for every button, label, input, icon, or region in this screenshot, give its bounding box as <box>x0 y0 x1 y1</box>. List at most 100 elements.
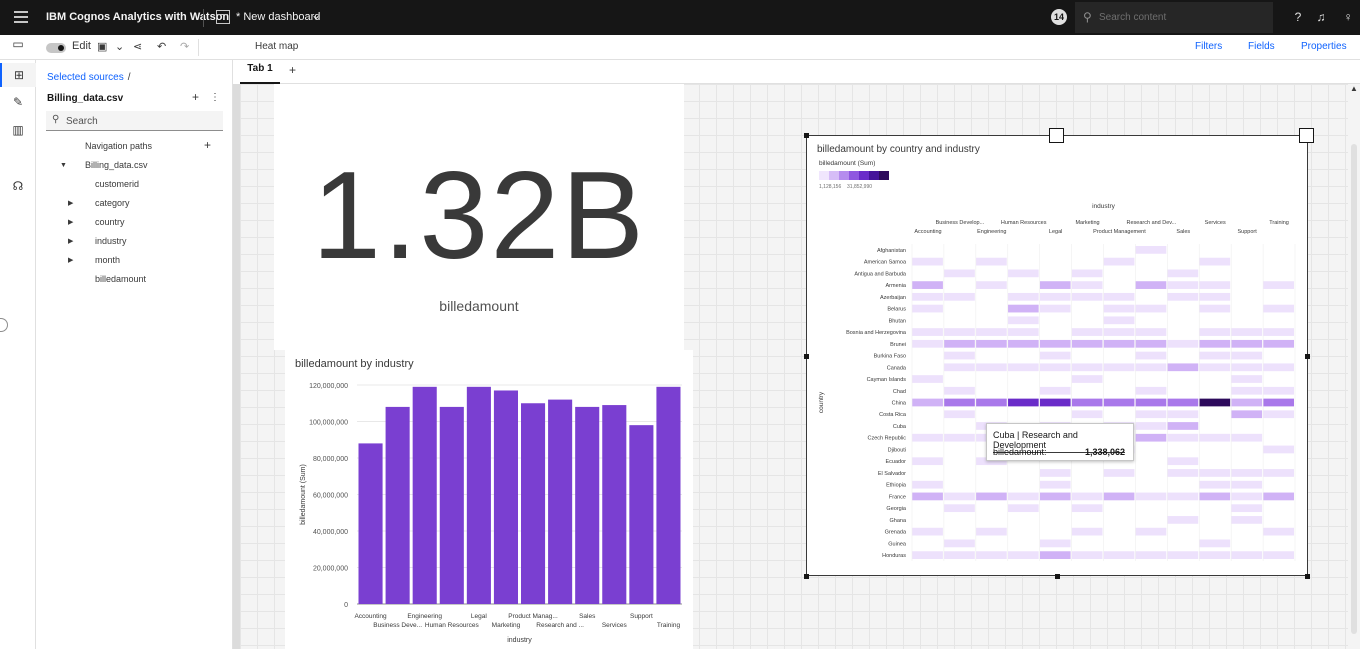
resize-handle[interactable] <box>804 133 809 138</box>
add-icon[interactable]: + <box>192 90 199 104</box>
pin-icon[interactable]: ✎ <box>0 90 36 114</box>
source-name[interactable]: Billing_data.csv <box>47 93 123 104</box>
heatmap-cell <box>1039 492 1071 501</box>
legend-max: 31,852,990 <box>847 184 872 190</box>
tab-1[interactable]: Tab 1 <box>240 60 280 84</box>
menu-icon[interactable] <box>14 11 28 23</box>
heatmap-cell <box>1135 539 1167 548</box>
share-icon[interactable]: ⋖ <box>133 40 142 53</box>
scroll-up-icon[interactable]: ▲ <box>1350 84 1358 93</box>
breadcrumb-selected-sources[interactable]: Selected sources <box>47 72 124 83</box>
y-tick-label: 20,000,000 <box>313 566 348 573</box>
heatmap-cell <box>1263 257 1294 266</box>
user-icon[interactable]: ♀ <box>1340 9 1356 25</box>
field-item[interactable]: category <box>95 198 130 208</box>
add-tab-icon[interactable]: + <box>289 63 296 77</box>
overflow-menu-icon[interactable]: ⋮ <box>210 92 220 103</box>
chevron-down-icon[interactable]: ⌄ <box>311 8 321 22</box>
heatmap-cell <box>1007 351 1039 360</box>
heatmap-cell <box>1199 410 1231 419</box>
sources-icon[interactable]: ⊞ <box>0 63 36 87</box>
resize-handle[interactable] <box>1305 354 1310 359</box>
heatmap-cell <box>975 328 1007 336</box>
heatmap-cell <box>1167 269 1199 278</box>
chevron-down-icon[interactable]: ⌄ <box>115 40 124 53</box>
edit-toggle[interactable] <box>46 43 66 53</box>
fields-button[interactable]: Fields <box>1248 41 1275 52</box>
legend-swatch <box>839 171 849 180</box>
resize-handle[interactable] <box>1305 574 1310 579</box>
undo-icon[interactable]: ↶ <box>157 40 166 53</box>
heatmap-cell <box>1135 422 1167 430</box>
resize-handle[interactable] <box>1055 574 1060 579</box>
heatmap-cell <box>1103 504 1135 513</box>
y-tick-label: Ecuador <box>886 459 907 465</box>
source-search-input[interactable] <box>66 114 216 128</box>
y-tick-label: 80,000,000 <box>313 456 348 463</box>
global-search[interactable]: ⚲ <box>1075 2 1273 33</box>
panel-splitter[interactable] <box>233 84 240 649</box>
heatmap-cell <box>1135 492 1167 501</box>
heatmap-cell <box>1103 328 1135 336</box>
heatmap-cell <box>1167 292 1199 301</box>
source-search[interactable]: ⚲ <box>46 111 223 131</box>
heatmap-cell <box>1135 304 1167 313</box>
caret-right-icon[interactable]: ▶ <box>68 218 73 226</box>
redo-icon[interactable]: ↷ <box>180 40 189 53</box>
bar <box>439 406 464 604</box>
y-tick-label: 100,000,000 <box>309 420 348 427</box>
vertical-scrollbar[interactable]: ▲ <box>1348 84 1360 649</box>
properties-button[interactable]: Properties <box>1301 41 1347 52</box>
kpi-widget[interactable]: 1.32B billedamount <box>274 84 684 350</box>
caret-right-icon[interactable]: ▶ <box>68 256 73 264</box>
caret-down-icon[interactable]: ▼ <box>60 162 67 169</box>
x-tick-label: Engineering <box>407 613 442 620</box>
heatmap-cell <box>1167 492 1199 501</box>
caret-right-icon[interactable]: ▶ <box>68 237 73 245</box>
global-search-input[interactable] <box>1099 9 1259 25</box>
resize-handle[interactable] <box>804 354 809 359</box>
y-tick-label: Brunei <box>890 342 906 348</box>
assistant-icon[interactable]: ☊ <box>0 174 36 198</box>
resize-handle[interactable] <box>1049 128 1064 143</box>
help-icon[interactable]: ? <box>1290 9 1306 25</box>
field-item[interactable]: customerid <box>95 179 139 189</box>
resize-handle[interactable] <box>1299 128 1314 143</box>
add-icon[interactable]: + <box>204 138 211 152</box>
heatmap-cell <box>1231 422 1263 430</box>
heatmap-cell <box>1231 457 1263 466</box>
heatmap-cell <box>1071 269 1103 278</box>
bar-chart-widget[interactable]: billedamount by industry 0 20,000,000 40,0… <box>285 350 693 649</box>
field-item[interactable]: industry <box>95 236 127 246</box>
filters-button[interactable]: Filters <box>1195 41 1222 52</box>
field-item[interactable]: country <box>95 217 125 227</box>
notifications-badge[interactable]: 14 <box>1051 9 1067 25</box>
resize-handle[interactable] <box>804 574 809 579</box>
field-item[interactable]: billedamount <box>95 274 146 284</box>
comment-icon[interactable]: ▭ <box>0 32 36 56</box>
bell-icon[interactable]: ♫ <box>1313 9 1329 25</box>
heatmap-cell <box>1135 316 1167 325</box>
field-item[interactable]: month <box>95 255 120 265</box>
heatmap-cell <box>912 539 943 548</box>
save-icon[interactable]: ▣ <box>97 40 107 53</box>
heatmap-cell <box>1167 375 1199 383</box>
heatmap-cell <box>1039 516 1071 524</box>
visualizations-icon[interactable]: ▥ <box>0 118 36 142</box>
heatmap-widget[interactable]: billedamount by country and industry bill… <box>806 135 1308 576</box>
heatmap-cell <box>1103 316 1135 325</box>
x-tick-label: Sales <box>1176 229 1190 235</box>
tree-root[interactable]: Billing_data.csv <box>85 160 148 170</box>
navigation-paths[interactable]: Navigation paths <box>85 141 152 151</box>
heatmap-cell <box>1263 316 1294 325</box>
heatmap-cell <box>1231 492 1263 501</box>
breadcrumb[interactable]: Selected sources / <box>47 72 131 83</box>
heatmap-cell <box>912 516 943 524</box>
heatmap-cell <box>1007 504 1039 513</box>
caret-right-icon[interactable]: ▶ <box>68 199 73 207</box>
heatmap-cell <box>1263 375 1294 383</box>
scrollbar-thumb[interactable] <box>1351 144 1357 634</box>
heatmap-cell <box>1263 410 1294 419</box>
dashboard-name[interactable]: * New dashboard <box>236 11 320 23</box>
heatmap-cell <box>1231 339 1263 348</box>
